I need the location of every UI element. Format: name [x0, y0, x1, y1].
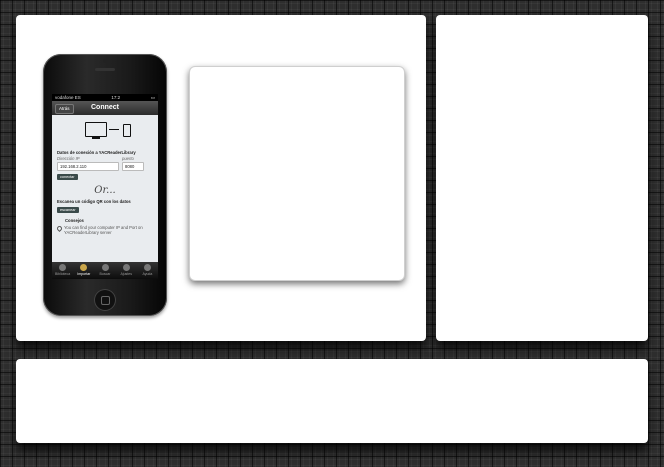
side-panel — [436, 15, 648, 341]
preview-card — [189, 66, 405, 281]
port-input[interactable]: 8080 — [122, 162, 144, 171]
battery-icon: ▭ — [150, 95, 155, 100]
tab-ayuda[interactable]: Ayuda — [137, 262, 158, 279]
connection-heading: Datos de conexión a YACReaderLibrary — [57, 150, 136, 155]
iphone-mockup: vodafone ES 17:2 ▭ Atrás Connect Datos d… — [43, 54, 167, 316]
ip-label: Dirección IP — [57, 156, 80, 161]
tip-text: You can find your computer IP and Port o… — [64, 225, 143, 235]
scan-button[interactable]: escanear — [57, 207, 79, 213]
phone-camera — [103, 59, 107, 63]
ip-input[interactable]: 192.168.2.110 — [57, 162, 119, 171]
import-icon — [80, 264, 88, 271]
qr-heading: Escanea un código QR con los datos — [57, 199, 131, 204]
back-button[interactable]: Atrás — [55, 104, 74, 114]
home-button — [94, 289, 116, 311]
tab-biblioteca[interactable]: Biblioteca — [52, 262, 73, 279]
tab-ajustes[interactable]: Ajustes — [116, 262, 137, 279]
location-pin-icon — [55, 224, 64, 233]
arrow-icon — [109, 129, 119, 130]
tip-item: You can find your computer IP and Port o… — [55, 224, 153, 235]
help-icon — [143, 264, 151, 271]
monitor-icon — [85, 122, 107, 137]
phone-screen: vodafone ES 17:2 ▭ Atrás Connect Datos d… — [52, 94, 158, 279]
field-inputs: 192.168.2.110 8080 — [57, 162, 153, 171]
bottom-panel — [16, 359, 648, 443]
or-separator: Or... — [94, 185, 116, 196]
monitor-stand — [92, 137, 100, 139]
port-label: puerto — [122, 156, 134, 161]
library-icon — [59, 264, 67, 271]
tab-label: Ayuda — [142, 272, 153, 276]
status-bar: vodafone ES 17:2 ▭ — [52, 94, 158, 101]
tab-bar: Biblioteca Importar Buscar Ajustes Ayuda — [52, 262, 158, 279]
tab-label: Importar — [77, 272, 91, 276]
tips-title: Consejos — [65, 218, 84, 223]
carrier-label: vodafone ES — [55, 95, 81, 100]
tab-label: Ajustes — [120, 272, 132, 276]
phone-icon — [123, 124, 131, 137]
connection-illustration — [57, 120, 153, 146]
tab-buscar[interactable]: Buscar — [94, 262, 115, 279]
connect-content: Datos de conexión a YACReaderLibrary Dir… — [52, 115, 158, 238]
connect-button[interactable]: conectar — [57, 174, 78, 180]
tab-label: Biblioteca — [55, 272, 71, 276]
tab-importar[interactable]: Importar — [73, 262, 94, 279]
search-icon — [101, 264, 109, 271]
phone-speaker — [95, 68, 115, 71]
tab-label: Buscar — [99, 272, 111, 276]
status-time: 17:2 — [111, 95, 121, 100]
field-labels: Dirección IP puerto — [57, 156, 153, 161]
gear-icon — [122, 264, 130, 271]
nav-title: Connect — [91, 104, 119, 111]
main-panel: vodafone ES 17:2 ▭ Atrás Connect Datos d… — [16, 15, 426, 341]
nav-bar: Atrás Connect — [52, 101, 158, 115]
